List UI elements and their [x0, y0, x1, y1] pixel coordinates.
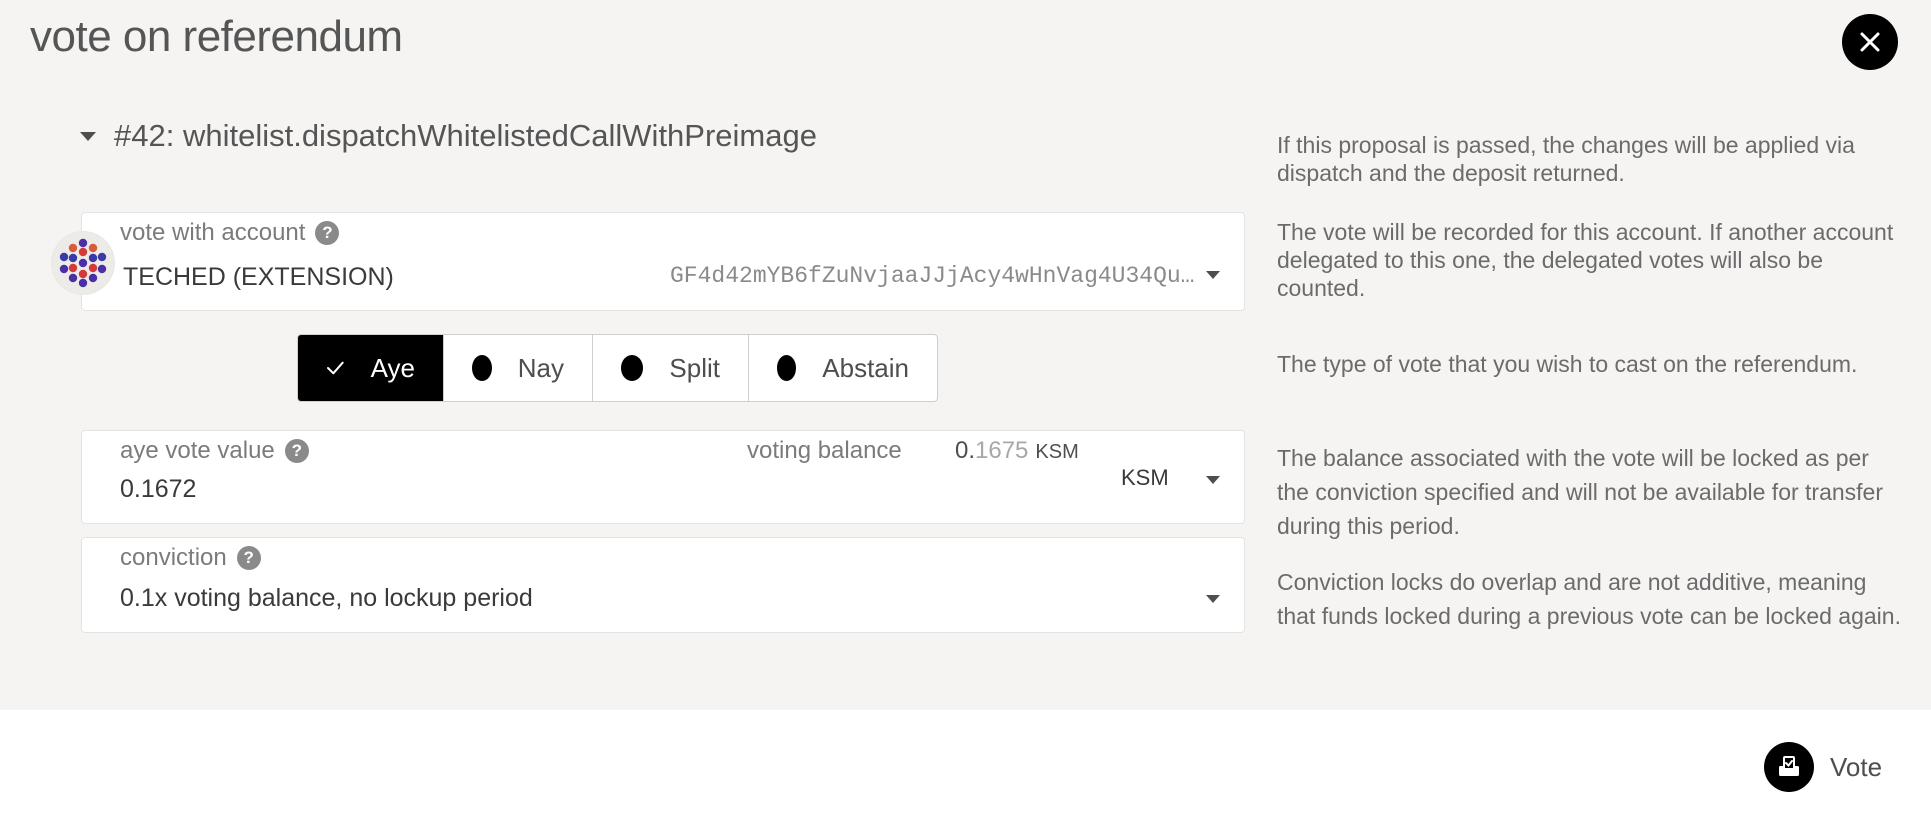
radio-dot-icon [472, 355, 492, 381]
conviction-label-row: conviction ? [120, 544, 261, 572]
help-icon[interactable]: ? [284, 439, 309, 463]
account-label-row: vote with account ? [120, 219, 340, 247]
balance-int: 0. [955, 437, 976, 464]
chevron-down-icon [1206, 595, 1220, 603]
voting-balance-value: 0. 1675 KSM [955, 437, 1079, 465]
account-label: vote with account [120, 219, 306, 246]
modal-body: vote on referendum #42: whitelist.dispat… [0, 0, 1931, 710]
account-help: The vote will be recorded for this accou… [1277, 219, 1894, 301]
account-avatar [51, 231, 115, 295]
caret-down-icon [80, 131, 96, 141]
balance-unit: KSM [1035, 441, 1079, 463]
vote-option-split[interactable]: Split [593, 335, 749, 401]
radio-dot-icon [777, 355, 797, 381]
ballot-icon [1779, 756, 1799, 776]
account-selector[interactable]: vote with account ? TECHED (EXTENSION) G… [81, 212, 1245, 311]
conviction-selector[interactable]: conviction ? 0.1x voting balance, no loc… [81, 537, 1245, 633]
vote-icon [1764, 742, 1814, 792]
radio-dot-icon [621, 355, 644, 381]
close-button[interactable] [1842, 14, 1898, 70]
vote-type-toggle: Aye Nay Split Abstain [297, 334, 938, 402]
proposal-toggle[interactable]: #42: whitelist.dispatchWhitelistedCallWi… [80, 118, 817, 154]
vote-option-abstain[interactable]: Abstain [749, 335, 937, 401]
vote-button[interactable]: Vote [1764, 742, 1882, 792]
vote-option-nay[interactable]: Nay [444, 335, 593, 401]
vote-value-help: The balance associated with the vote wil… [1277, 445, 1884, 539]
conviction-value: 0.1x voting balance, no lockup period [120, 584, 533, 612]
proposal-help: If this proposal is passed, the changes … [1277, 132, 1855, 186]
proposal-title: #42: whitelist.dispatchWhitelistedCallWi… [114, 118, 817, 153]
identicon-icon [52, 232, 114, 294]
voting-balance-label: voting balance [747, 437, 902, 464]
vote-option-aye[interactable]: Aye [298, 335, 444, 401]
vote-value-label-row: aye vote value ? [120, 437, 309, 465]
modal-footer [0, 710, 1931, 820]
account-address: GF4d42mYB6fZuNvjaaJJjAcy4wHnVag4U34Qu… [670, 263, 1195, 289]
vote-option-label: Abstain [822, 352, 909, 383]
vote-value-label: aye vote value [120, 437, 275, 464]
help-icon[interactable]: ? [315, 221, 340, 245]
vote-button-label: Vote [1830, 751, 1883, 782]
chevron-down-icon [1206, 476, 1220, 484]
account-name: TECHED (EXTENSION) [123, 263, 394, 291]
vote-value-field[interactable]: aye vote value ? voting balance 0. 1675 … [81, 430, 1245, 524]
help-icon[interactable]: ? [236, 546, 261, 570]
vote-value-input[interactable] [120, 475, 620, 504]
check-icon [326, 361, 344, 375]
vote-type-help: The type of vote that you wish to cast o… [1277, 351, 1858, 377]
vote-option-label: Aye [370, 352, 415, 383]
chevron-down-icon [1206, 271, 1220, 279]
unit-selector[interactable]: KSM [1121, 465, 1169, 491]
vote-option-label: Nay [517, 352, 564, 383]
close-icon [1860, 32, 1880, 52]
vote-option-label: Split [669, 352, 720, 383]
balance-frac: 1675 [975, 437, 1029, 464]
conviction-help: Conviction locks do overlap and are not … [1277, 569, 1901, 629]
conviction-label: conviction [120, 544, 227, 571]
modal-title: vote on referendum [30, 12, 403, 61]
